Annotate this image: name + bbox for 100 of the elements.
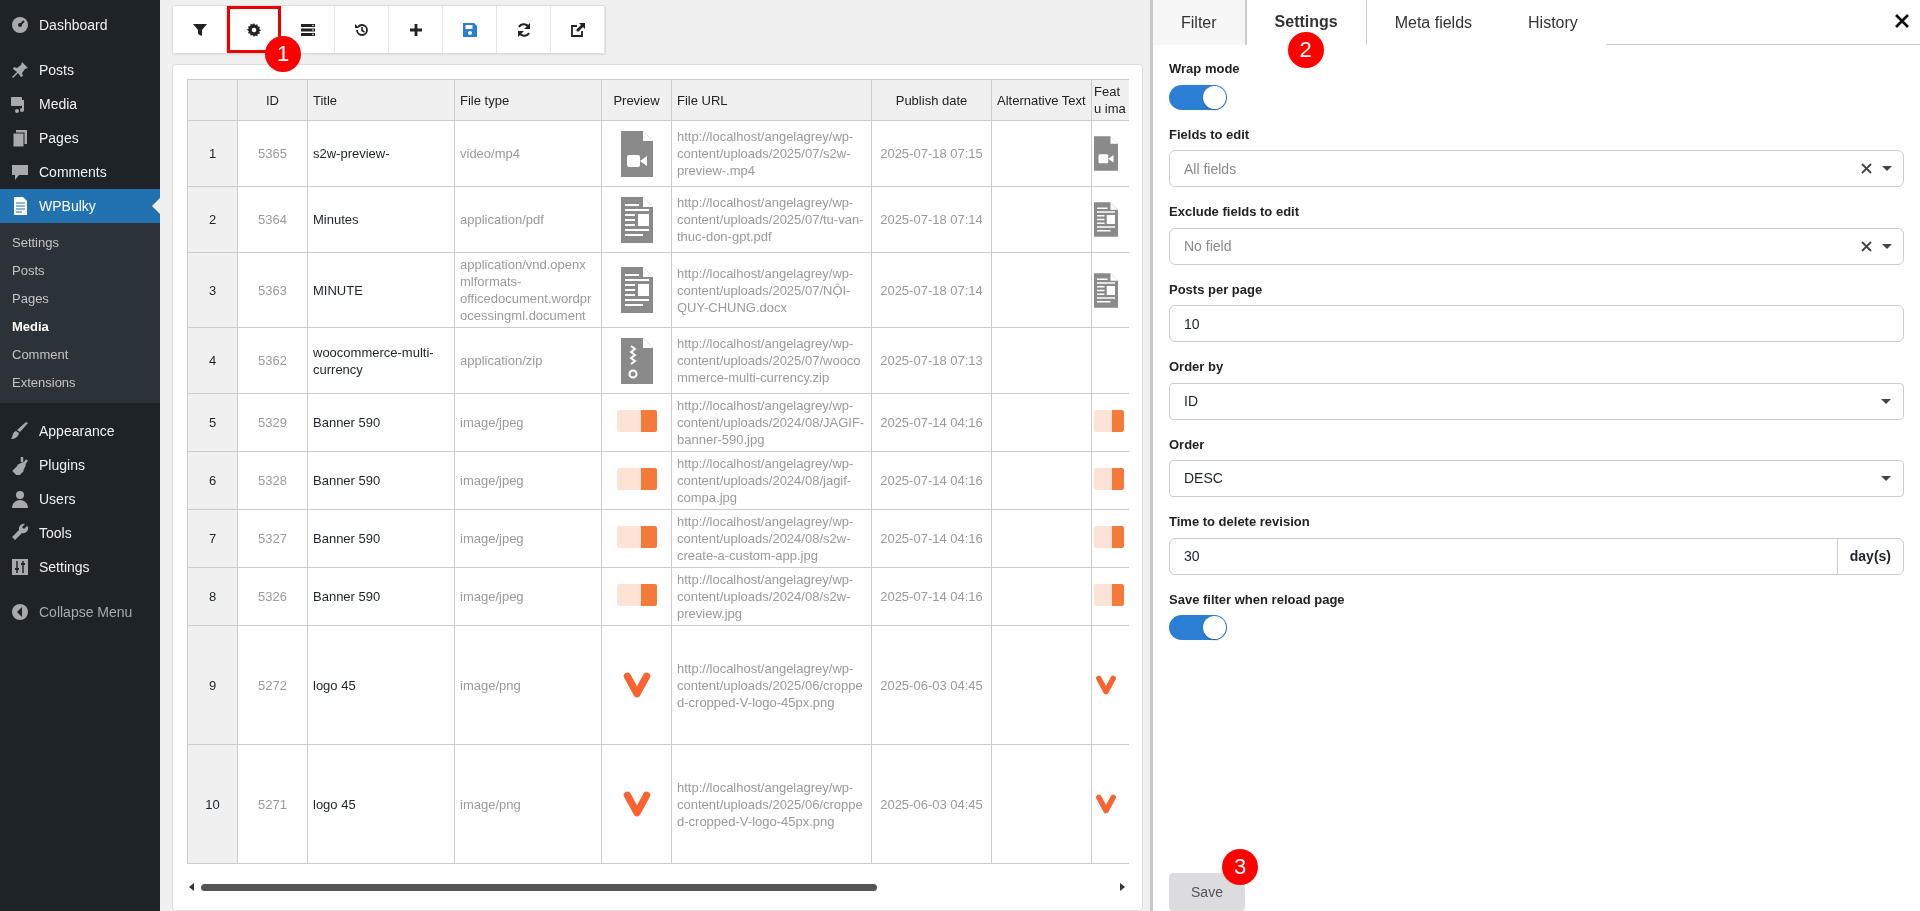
table-cell: 2025-07-14 04:16 [871,509,992,568]
save-icon [461,21,478,38]
submenu-item[interactable]: Pages [0,285,160,313]
table-cell: 5364 [237,186,308,253]
table-cell: http://localhost/angelagrey/wp-content/uploads/2024/08/s2w-preview.jpg [671,567,872,626]
table-cell: 5329 [237,393,308,452]
table-cell: application/vnd.openxmlformats-officedocument.wordprocessingml.document [454,252,602,328]
save-button[interactable]: Save [1169,873,1245,911]
table-cell: Banner 590 [307,509,455,568]
field-label: Order [1169,435,1206,454]
video-file-icon [620,130,653,177]
table-cell: 5328 [237,451,308,510]
caret-icon[interactable] [1882,243,1892,249]
sidebar-item[interactable]: Comments [0,155,160,189]
toolbar-button[interactable] [173,6,227,53]
sidebar-item[interactable]: Settings [0,550,160,584]
dropdown-field[interactable]: ID [1169,382,1904,420]
table-cell: Minutes [307,186,455,253]
table-cell: Banner 590 [307,393,455,452]
sidebar-item[interactable]: Tools [0,516,160,550]
table-cell: 5271 [237,744,308,864]
table-cell: image/jpeg [454,451,602,510]
sidebar-item[interactable]: Posts [0,53,160,87]
document-file-icon [1094,202,1118,237]
table-cell: 5272 [237,625,308,745]
table-cell: 2025-07-14 04:16 [871,451,992,510]
refresh-icon [515,21,532,38]
table-cell: 2025-07-18 07:15 [871,120,992,187]
sidebar-item[interactable]: Plugins [0,448,160,482]
video-file-icon [1094,136,1118,171]
row-number: 8 [187,567,238,626]
column-header: Alternative Text [991,79,1092,121]
table-cell: woocommerce-multi-currency [307,327,455,394]
column-header: File type [454,79,602,121]
filter-icon [191,21,208,38]
user-icon [10,489,30,509]
wrench-icon [10,523,30,543]
row-number: 9 [187,625,238,745]
sidebar-item[interactable]: WPBulky [0,189,160,223]
clear-icon[interactable] [1861,240,1872,252]
toolbar-button[interactable] [497,6,551,53]
row-number: 3 [187,252,238,328]
table-cell: logo 45 [307,744,455,864]
select-field[interactable]: No field [1169,227,1904,265]
toggle-switch[interactable] [1169,615,1227,640]
panel-tab[interactable]: Filter [1153,0,1246,45]
sliders-icon [10,557,30,577]
toolbar-button[interactable] [551,6,605,53]
history-icon [353,21,370,38]
input-field[interactable]: 10 [1169,305,1904,342]
submenu-item[interactable]: Media [0,313,160,341]
table-cell: logo 45 [307,625,455,745]
image-thumbnail [1094,467,1124,490]
row-number: 5 [187,393,238,452]
sidebar-item[interactable]: Media [0,87,160,121]
submenu-item[interactable]: Comment [0,341,160,369]
image-thumbnail [1094,583,1124,606]
horizontal-scrollbar[interactable] [201,883,877,891]
sidebar-item[interactable]: Dashboard [0,8,160,42]
scroll-right-icon[interactable] [1120,883,1126,891]
image-thumbnail [1094,525,1124,548]
sidebar-item[interactable]: Collapse Menu [0,595,160,629]
submenu-item[interactable]: Settings [0,229,160,257]
column-header: Preview [601,79,672,121]
caret-icon [1881,476,1891,481]
pages-icon [10,128,30,148]
row-number: 6 [187,451,238,510]
column-header: ID [237,79,308,121]
table-cell: image/jpeg [454,393,602,452]
clear-icon[interactable] [1861,163,1872,174]
caret-icon[interactable] [1882,166,1892,171]
field-label: Wrap mode [1169,60,1241,78]
pushpin-icon [10,60,30,80]
table-cell: http://localhost/angelagrey/wp-content/uploads/2024/08/s2w-create-a-custom-app.jpg [671,509,872,568]
table-cell: 2025-07-18 07:14 [871,252,992,328]
submenu-item[interactable]: Posts [0,257,160,285]
table-cell: http://localhost/angelagrey/wp-content/uploads/2025/07/tu-van-thuc-don-gpt.pdf [671,186,872,253]
gauge-icon [10,15,30,35]
dropdown-field[interactable]: DESC [1169,460,1904,497]
sidebar-item[interactable]: Appearance [0,414,160,448]
table-cell: http://localhost/angelagrey/wp-content/uploads/2024/08/jagif-compa.jpg [671,451,872,510]
input-field[interactable]: 30 [1169,537,1838,575]
select-field[interactable]: All fields [1169,150,1904,187]
field-label: Time to delete revision [1169,513,1311,531]
table-cell: image/png [454,625,602,745]
column-header: Publish date [871,79,992,121]
toggle-switch[interactable] [1169,84,1227,110]
column-header: File URL [671,79,872,121]
image-thumbnail [616,525,657,548]
document-file-icon [620,196,653,243]
table-cell: 5326 [237,567,308,626]
table-cell: 2025-06-03 04:45 [871,744,992,864]
callout-badge: 3 [1222,849,1258,885]
submenu-item[interactable]: Extensions [0,369,160,397]
sidebar-item[interactable]: Users [0,482,160,516]
sidebar-item[interactable]: Pages [0,121,160,155]
field-label: Save filter when reload page [1169,590,1346,609]
scroll-left-icon[interactable] [189,883,195,891]
document-file-icon [620,267,653,313]
table-cell: http://localhost/angelagrey/wp-content/uploads/2025/07/NỘI-QUY-CHUNG.docx [671,252,872,328]
